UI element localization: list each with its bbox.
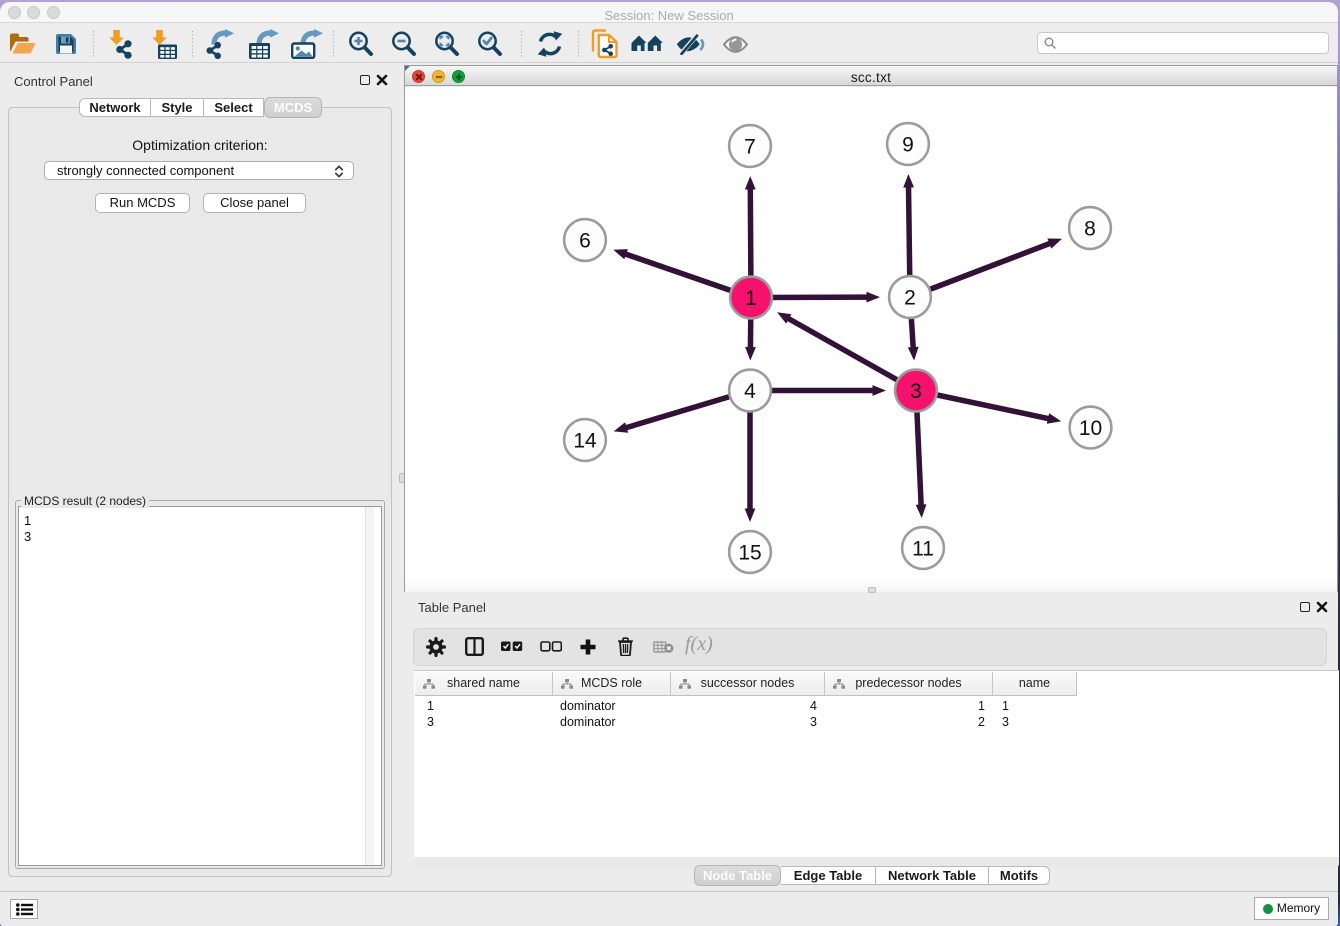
svg-text:9: 9 [902, 134, 914, 157]
svg-text:4: 4 [744, 380, 756, 403]
svg-text:2: 2 [904, 287, 916, 310]
svg-text:7: 7 [744, 136, 756, 159]
svg-text:14: 14 [573, 430, 597, 453]
svg-text:10: 10 [1079, 417, 1102, 440]
svg-text:1: 1 [745, 287, 757, 310]
svg-text:3: 3 [910, 380, 922, 403]
svg-text:8: 8 [1084, 218, 1096, 241]
svg-text:11: 11 [912, 538, 934, 561]
svg-text:15: 15 [738, 542, 761, 565]
svg-text:6: 6 [579, 230, 591, 253]
